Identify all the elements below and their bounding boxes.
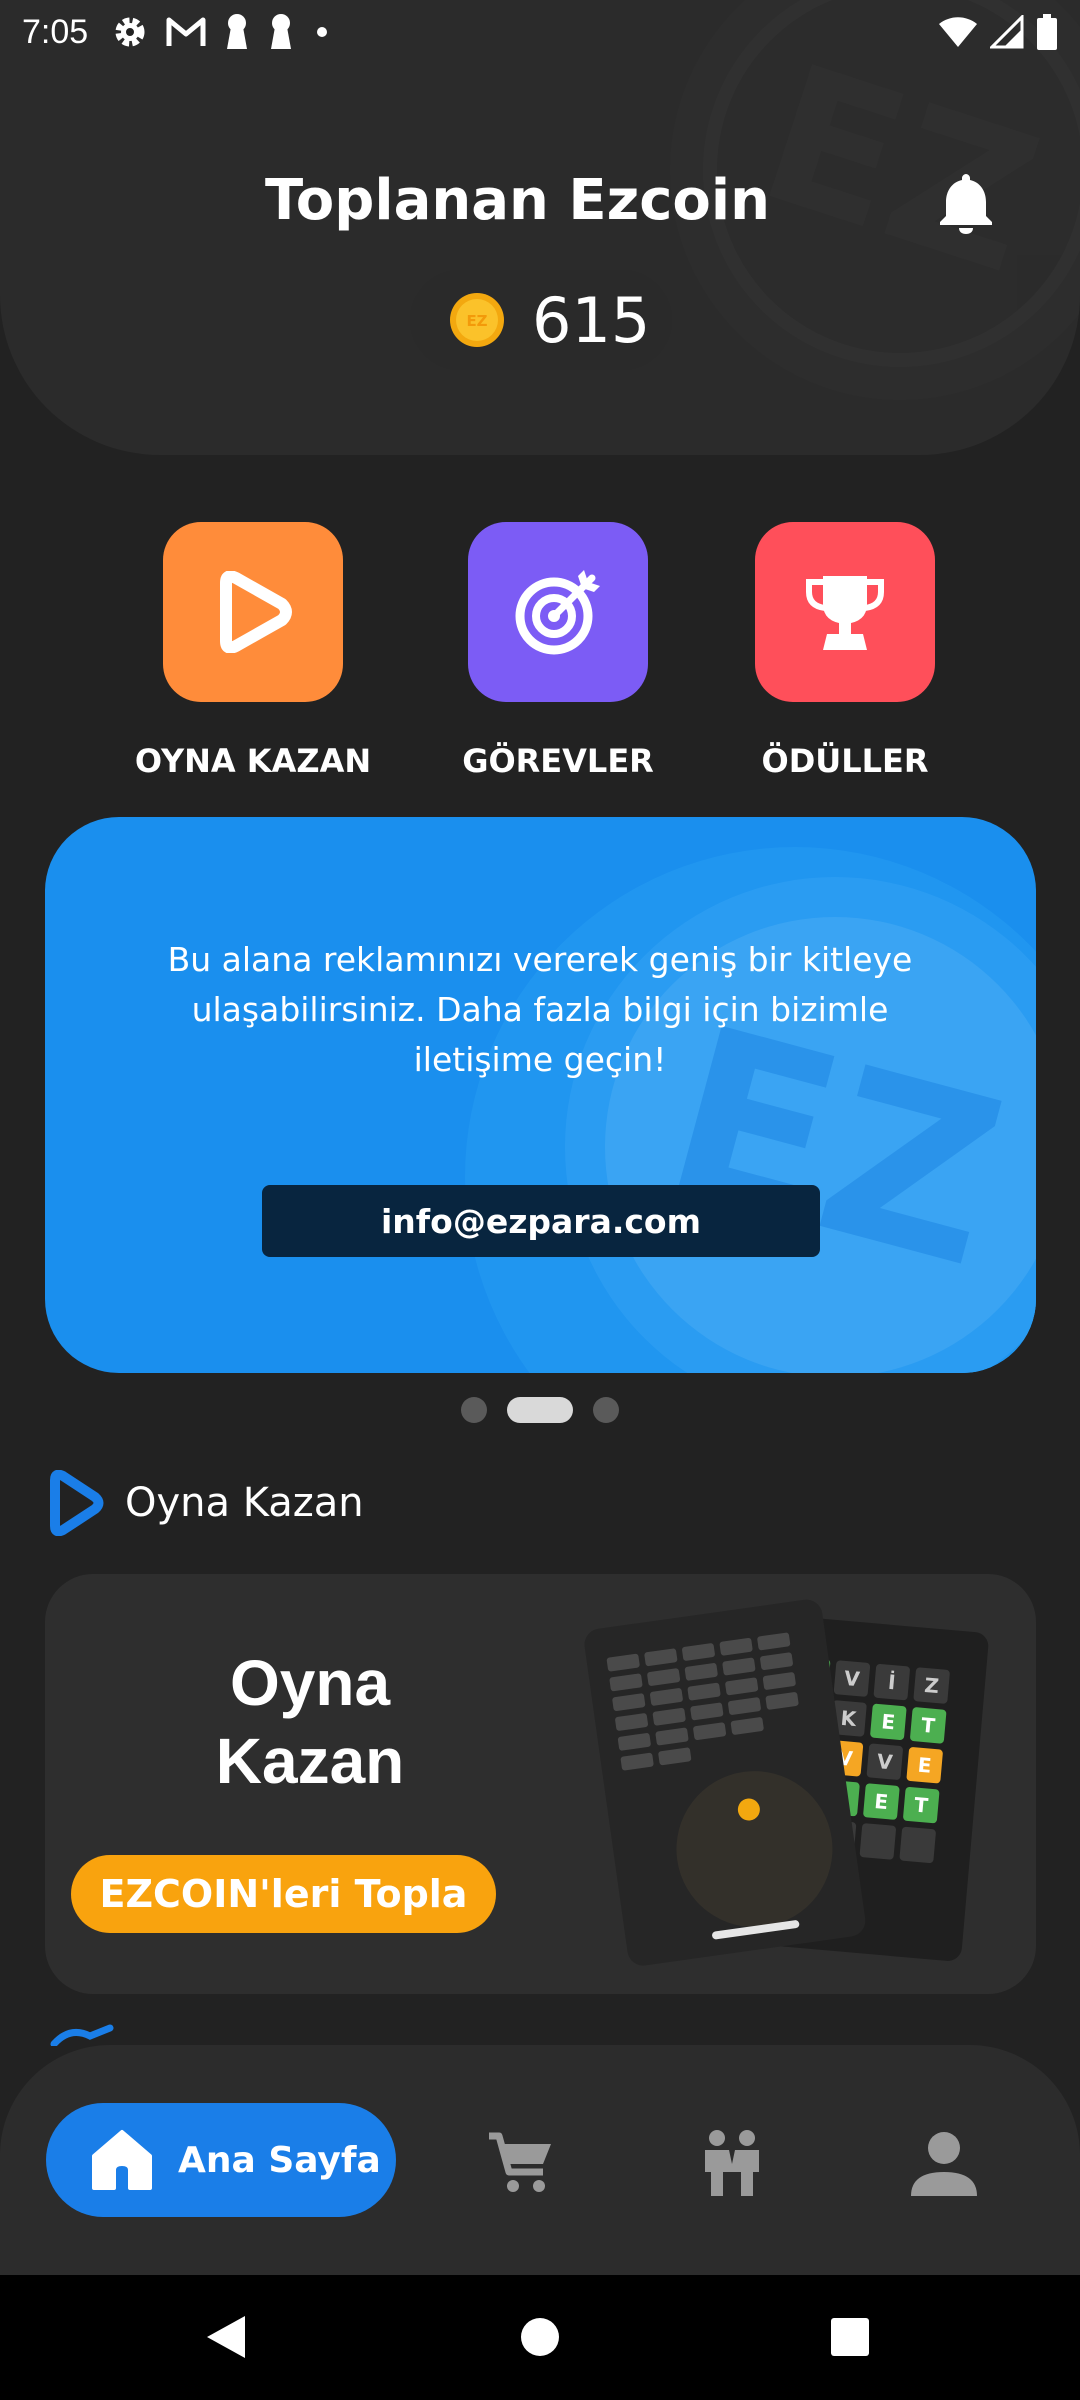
nav-home-label: Ana Sayfa [178,2139,381,2181]
game-title-line: Kazan [215,1725,405,1797]
notification-bell-icon[interactable] [938,172,994,234]
settings-icon [115,17,145,47]
svg-text:V: V [843,1666,861,1691]
game-title-line: Oyna [229,1647,391,1719]
play-icon [220,571,292,653]
system-navigation-bar [0,2275,1080,2400]
action-tile[interactable] [755,522,935,702]
banner-text: Bu alana reklamınızı vererek geniş bir k… [167,940,913,1079]
trophy-icon [806,576,884,650]
wifi-icon [939,17,977,47]
section-icon-partial [50,2024,114,2046]
gmail-icon [166,17,206,46]
signal-icon [990,15,1024,49]
svg-text:T: T [913,1793,929,1818]
action-tile[interactable] [468,522,648,702]
bottom-navigation: Ana Sayfa [0,2045,1080,2275]
carousel-dot[interactable] [461,1397,487,1423]
svg-text:E: E [917,1753,933,1778]
section-header: Oyna Kazan [45,1470,364,1536]
keyhole-icon [271,14,292,49]
svg-text:E: E [874,1789,890,1814]
ezcoin-icon: EZ [450,293,504,347]
carousel-dot-active[interactable] [507,1397,573,1423]
carousel-dot[interactable] [593,1397,619,1423]
dot-icon [317,27,328,37]
recents-button[interactable] [818,2305,882,2369]
carousel-indicator [0,1397,1080,1423]
action-gorevler[interactable]: GÖREVLER [433,522,683,780]
people-icon [705,2130,759,2196]
collect-ezcoins-button[interactable]: EZCOIN'leri Topla [71,1855,496,1933]
action-label: ÖDÜLLER [761,742,929,780]
nav-profile-button[interactable] [906,2125,982,2201]
play-icon [50,1470,104,1536]
ez-coin-watermark: EZ [465,847,1036,1373]
cart-icon [489,2132,551,2192]
target-icon [515,570,600,655]
nav-friends-button[interactable] [694,2125,770,2201]
game-card[interactable]: Oyna Kazan EZCOIN'leri Topla E V İ Z K K… [45,1574,1036,1994]
action-oyna-kazan[interactable]: OYNA KAZAN [128,522,378,780]
balance-value: 615 [532,283,651,357]
svg-text:Z: Z [923,1673,940,1698]
action-tile[interactable] [163,522,343,702]
contact-email-button[interactable]: info@ezpara.com [262,1185,820,1257]
coin-balance: EZ 615 [410,270,672,370]
home-icon [92,2130,152,2190]
svg-text:EZ: EZ [466,312,487,330]
nav-home-button[interactable]: Ana Sayfa [46,2103,396,2217]
back-button[interactable] [194,2305,258,2369]
square-recents-icon [831,2318,869,2356]
action-label: GÖREVLER [462,742,654,780]
ad-banner[interactable]: EZ Bu alana reklamınızı vererek geniş bi… [45,817,1036,1373]
header-title: Toplanan Ezcoin [265,168,770,233]
action-label: OYNA KAZAN [134,742,372,780]
action-oduller[interactable]: ÖDÜLLER [720,522,970,780]
back-icon [207,2316,245,2358]
svg-text:T: T [920,1713,936,1738]
game-card-title: Oyna Kazan [145,1644,475,1800]
profile-icon [911,2132,977,2196]
svg-text:V: V [876,1749,894,1774]
circle-home-icon [521,2318,559,2356]
home-system-button[interactable] [508,2305,572,2369]
word-game-illustration: E V İ Z K K E T T V V E S S E T [584,1599,989,1966]
section-title: Oyna Kazan [125,1480,364,1526]
status-time: 7:05 [22,12,89,51]
nav-shop-button[interactable] [482,2125,558,2201]
header-card: EZ Toplanan Ezcoin EZ 615 [0,0,1080,455]
svg-text:E: E [880,1709,896,1734]
status-bar: 7:05 [0,0,1080,64]
keyhole-icon [227,14,248,49]
battery-icon [1037,14,1057,50]
